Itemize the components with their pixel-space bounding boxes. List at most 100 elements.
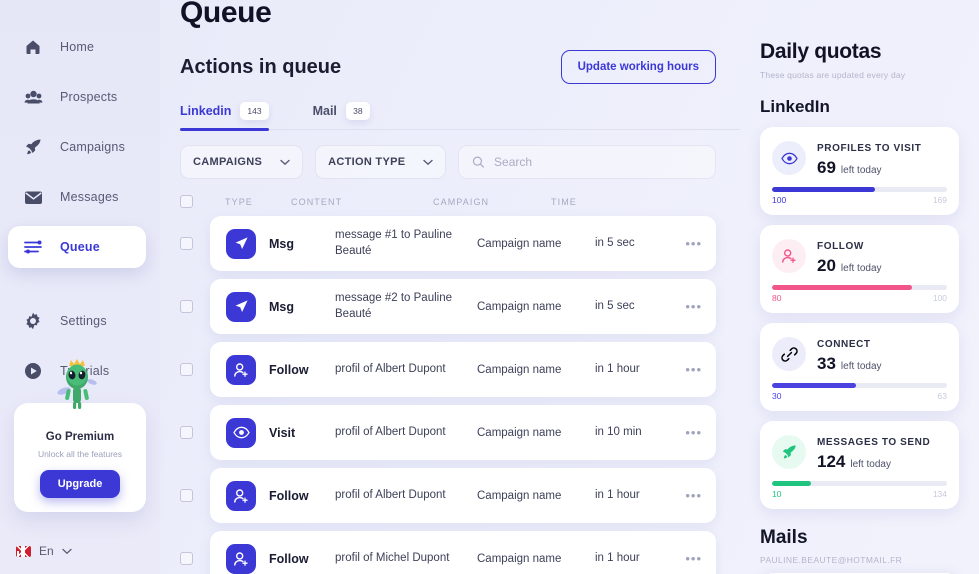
row-campaign: Campaign name (477, 489, 562, 502)
send-icon (226, 228, 256, 259)
column-header-type: TYPE (225, 196, 253, 207)
sidebar-item-label: Queue (60, 240, 100, 254)
row-content: profil of Albert Dupont (335, 425, 446, 438)
page-title: Queue (180, 0, 272, 29)
filters-bar: CAMPAIGNS ACTION TYPE (180, 145, 740, 179)
quota-label: FOLLOW (817, 241, 864, 252)
quota-value-row: 20 left today (817, 256, 882, 276)
section-header-row: Actions in queue Update working hours (180, 50, 740, 84)
quota-card: PROFILES TO VISIT 69 left today 100 169 (760, 127, 959, 215)
language-selector[interactable]: En (16, 544, 72, 558)
campaigns-dropdown[interactable]: CAMPAIGNS (180, 145, 304, 179)
queue-action-row[interactable]: Follow profil of Michel Dupont Campaign na… (210, 531, 716, 574)
quota-progress-fill (772, 383, 856, 388)
campaigns-dropdown-label: CAMPAIGNS (193, 156, 263, 168)
quota-card-text: PROFILES TO VISIT 69 left today (817, 138, 921, 178)
quota-max: 100 (932, 293, 947, 303)
row-menu-button[interactable]: ••• (685, 551, 702, 566)
search-box[interactable] (458, 145, 716, 179)
row-checkbox[interactable] (180, 552, 193, 565)
sidebar-item-label: Campaigns (60, 140, 126, 154)
daily-quotas-panel: Daily quotas These quotas are updated ev… (740, 0, 979, 574)
quota-card-header: CONNECT 33 left today (772, 334, 947, 374)
quota-card: MESSAGES TO SEND 124 left today 10 134 (760, 421, 959, 509)
quota-progress-fill (772, 285, 912, 290)
premium-title: Go Premium (45, 431, 115, 443)
row-menu-button[interactable]: ••• (685, 488, 702, 503)
row-type: Follow (269, 362, 309, 377)
sidebar-item-label: Settings (60, 314, 107, 328)
row-time: in 10 min (595, 425, 642, 438)
row-checkbox[interactable] (180, 489, 193, 502)
table-row: Follow profil of Albert Dupont Campaign na… (180, 468, 716, 523)
column-header-content: CONTENT (291, 196, 343, 207)
section-title: Actions in queue (180, 55, 342, 78)
sidebar-item-prospects[interactable]: Prospects (8, 76, 146, 118)
update-working-hours-button[interactable]: Update working hours (560, 50, 716, 84)
row-menu-button[interactable]: ••• (685, 299, 702, 314)
row-content: message #2 to Pauline Beauté (335, 291, 452, 320)
tab-linkedin[interactable]: Linkedin 143 (180, 102, 269, 131)
quota-progress-fill (772, 187, 876, 192)
quota-card-header: PROFILES TO VISIT 69 left today (772, 138, 947, 178)
row-checkbox[interactable] (180, 363, 193, 376)
people-icon (22, 86, 44, 108)
quota-left-label: left today (840, 361, 882, 372)
quota-card-text: MESSAGES TO SEND 124 left today (817, 432, 930, 472)
sliders-icon (22, 236, 44, 258)
play-circle-icon (22, 360, 44, 382)
row-menu-button[interactable]: ••• (685, 425, 702, 440)
linkedin-heading: LinkedIn (760, 97, 830, 116)
column-header-time: TIME (551, 196, 577, 207)
quota-range: 100 169 (772, 195, 947, 205)
row-time: in 1 hour (595, 488, 640, 501)
quota-max: 63 (937, 391, 947, 401)
sidebar-item-campaigns[interactable]: Campaigns (8, 126, 146, 168)
row-menu-button[interactable]: ••• (685, 362, 702, 377)
queue-action-row[interactable]: Visit profil of Albert Dupont Campaign nam… (210, 405, 716, 460)
quota-progress-track (772, 285, 947, 290)
table-header: TYPE CONTENT CAMPAIGN TIME (180, 195, 740, 208)
action-type-dropdown[interactable]: ACTION TYPE (315, 145, 447, 179)
upgrade-button[interactable]: Upgrade (39, 470, 121, 498)
rocket-icon (22, 136, 44, 158)
quota-value-row: 124 left today (817, 452, 930, 472)
row-content: profil of Albert Dupont (335, 362, 446, 375)
row-checkbox[interactable] (180, 300, 193, 313)
select-all-checkbox[interactable] (180, 195, 193, 208)
sidebar: Home Prospects Campaigns Messages Queue Setti… (0, 0, 160, 574)
sidebar-item-messages[interactable]: Messages (8, 176, 146, 218)
row-checkbox[interactable] (180, 426, 193, 439)
sidebar-item-label: Prospects (60, 90, 118, 104)
sidebar-item-queue[interactable]: Queue (8, 226, 146, 268)
queue-table: Msg message #1 to Pauline Beauté Campaign … (180, 216, 740, 574)
link-icon (772, 337, 806, 371)
queue-action-row[interactable]: Follow profil of Albert Dupont Campaign na… (210, 342, 716, 397)
sidebar-item-settings[interactable]: Settings (8, 300, 146, 342)
quota-min: 100 (772, 195, 787, 205)
tab-label: Linkedin (180, 104, 232, 118)
sidebar-item-home[interactable]: Home (8, 26, 146, 68)
quota-card-text: FOLLOW 20 left today (817, 236, 882, 276)
queue-action-row[interactable]: Msg message #2 to Pauline Beauté Campaign … (210, 279, 716, 334)
send-icon (226, 291, 256, 322)
row-time: in 5 sec (595, 236, 635, 249)
row-menu-button[interactable]: ••• (685, 236, 702, 251)
main-content: Queue Actions in queue Update working ho… (160, 0, 740, 574)
search-input[interactable] (494, 155, 702, 169)
tabs-bar: Linkedin 143 Mail 38 (180, 102, 740, 131)
mails-heading: Mails (760, 527, 808, 548)
queue-action-row[interactable]: Follow profil of Albert Dupont Campaign na… (210, 468, 716, 523)
user-plus-icon (226, 480, 256, 511)
quota-range: 80 100 (772, 293, 947, 303)
tab-mail[interactable]: Mail 38 (313, 102, 370, 129)
user-plus-icon (772, 239, 806, 273)
row-type: Follow (269, 551, 309, 566)
quota-value-row: 33 left today (817, 354, 882, 374)
row-type: Follow (269, 488, 309, 503)
row-checkbox[interactable] (180, 237, 193, 250)
quota-value-row: 69 left today (817, 158, 921, 178)
tab-count-badge: 143 (240, 102, 269, 120)
quota-left-label: left today (850, 459, 891, 470)
queue-action-row[interactable]: Msg message #1 to Pauline Beauté Campaign … (210, 216, 716, 271)
